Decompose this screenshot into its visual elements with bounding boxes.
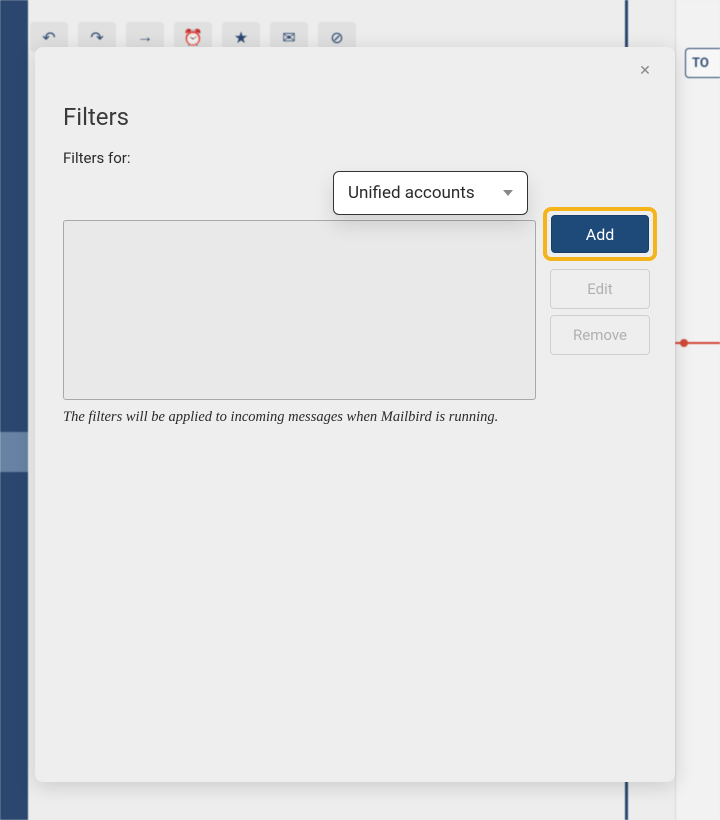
dialog-content: Filters Filters for: — [35, 47, 675, 187]
remove-button: Remove — [550, 315, 650, 355]
close-button[interactable]: ✕ — [635, 61, 655, 81]
add-button[interactable]: Add — [551, 215, 649, 253]
account-select-value: Unified accounts — [348, 183, 475, 203]
filter-list-box[interactable] — [63, 220, 536, 400]
dialog-side-buttons: Add Edit Remove — [543, 207, 657, 361]
edit-button: Edit — [550, 269, 650, 309]
add-button-highlight: Add — [543, 207, 657, 261]
filters-for-label: Filters for: — [63, 149, 647, 167]
hint-text: The filters will be applied to incoming … — [63, 407, 543, 429]
account-select-dropdown[interactable]: Unified accounts — [333, 171, 528, 215]
filters-dialog: ✕ Filters Filters for: Unified accounts … — [35, 47, 675, 782]
dialog-title: Filters — [63, 103, 647, 131]
chevron-down-icon — [503, 190, 513, 196]
close-icon: ✕ — [639, 63, 651, 79]
